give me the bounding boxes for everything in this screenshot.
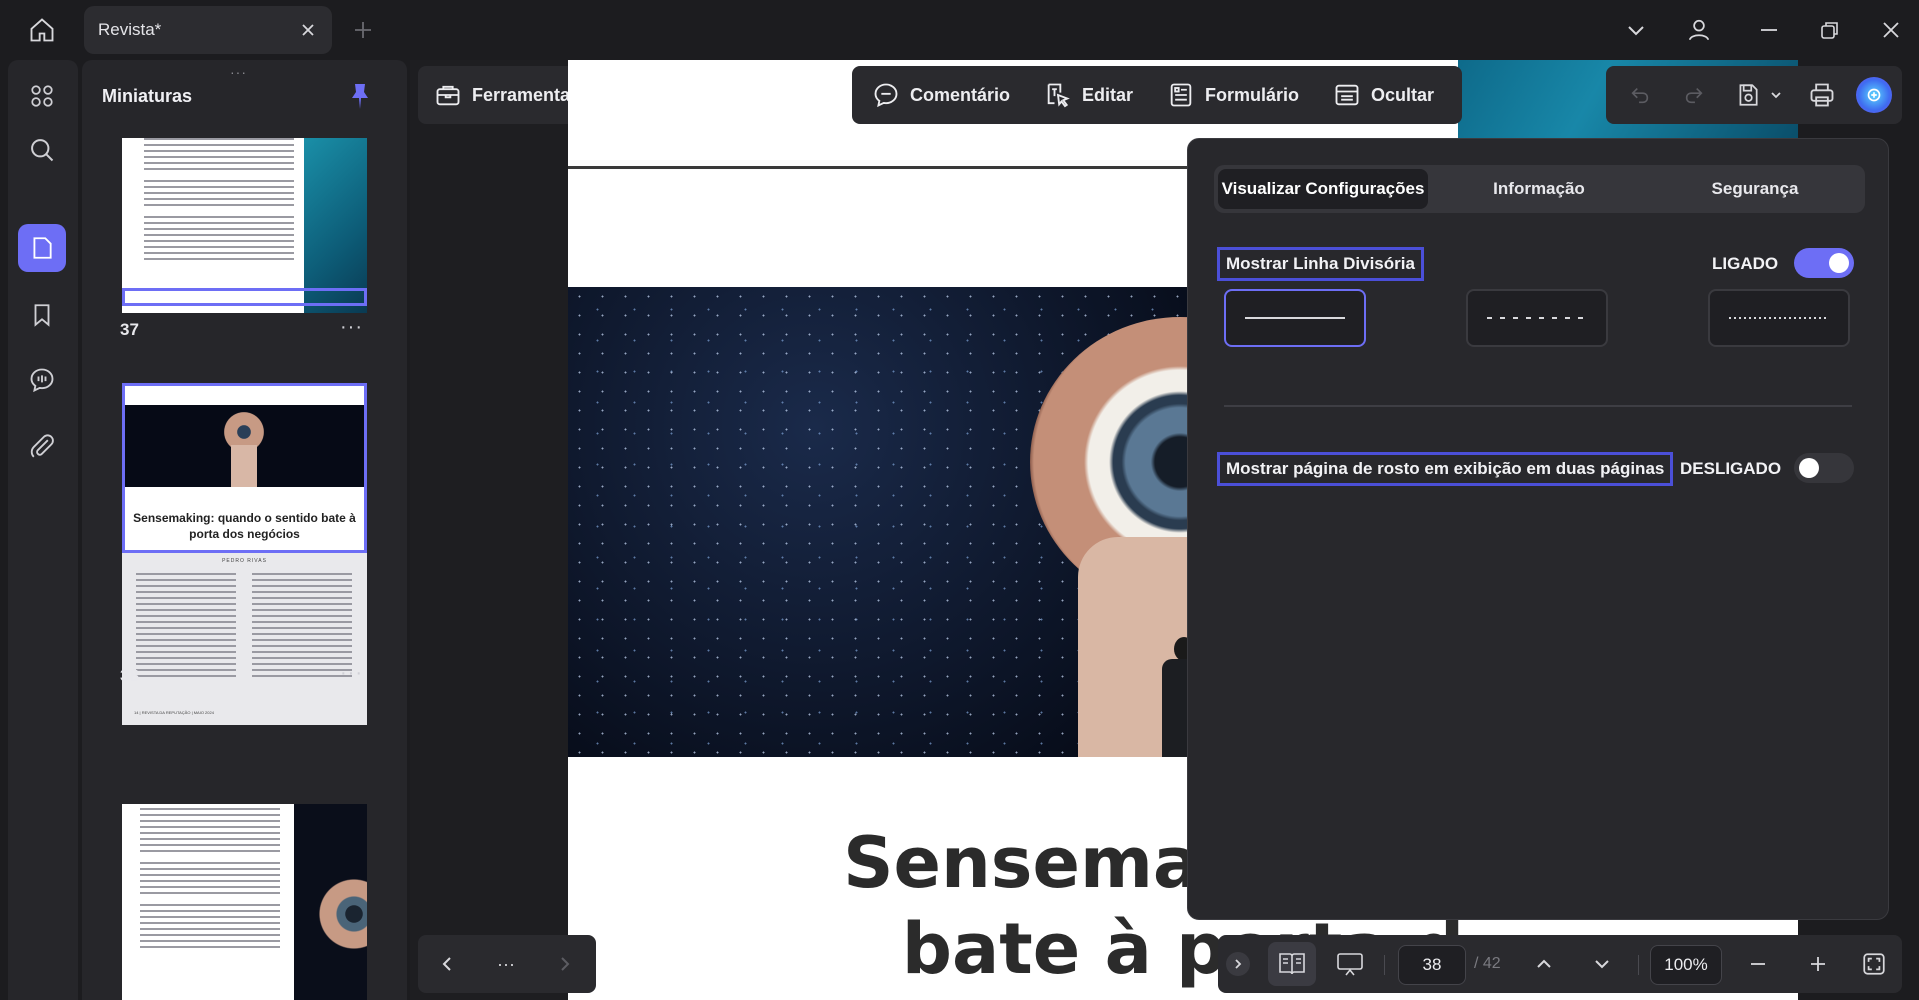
pin-icon[interactable]: [348, 82, 372, 110]
page-number: 38: [120, 666, 139, 685]
thumbnails-page-icon[interactable]: [18, 224, 66, 272]
page-options-more[interactable]: ···: [340, 316, 363, 339]
page-options-more[interactable]: ···: [340, 662, 363, 685]
comment-label: Comentário: [910, 84, 1011, 105]
document-tab[interactable]: Revista*: [84, 6, 332, 54]
separator: [1384, 955, 1385, 975]
line-style-dashed[interactable]: [1466, 289, 1608, 347]
hide-label: Ocultar: [1371, 84, 1435, 105]
settings-tabs: Visualizar Configurações Informação Segu…: [1214, 165, 1865, 213]
collapse-bar-icon[interactable]: [1226, 952, 1250, 976]
thumbnail-article-title: Sensemaking: quando o sentido bate à por…: [133, 511, 356, 541]
show-cover-page-label: Mostrar página de rosto em exibição em d…: [1217, 452, 1674, 486]
edit-label: Editar: [1082, 84, 1134, 105]
right-toolbar: [1606, 66, 1902, 124]
settings-separator: [1224, 405, 1852, 407]
thumbnails-title: Miniaturas: [102, 86, 193, 106]
search-icon[interactable]: [18, 126, 66, 174]
left-rail: [8, 60, 78, 1000]
thumbnail-author: PEDRO RIVAS: [222, 558, 267, 564]
page-status-bar: 38 / 42 100%: [1218, 935, 1902, 993]
tools-column: [410, 60, 568, 1000]
zoom-out-icon[interactable]: [1738, 944, 1778, 984]
thumbnail-footer: 14 | REVISTA DA REPUTAÇÃO | MAIO 2024: [134, 710, 214, 715]
cover-page-toggle[interactable]: [1794, 453, 1854, 483]
total-pages: / 42: [1474, 955, 1501, 972]
comment-tool[interactable]: Comentário: [872, 81, 1010, 109]
thumbnail-image-eye: [294, 804, 367, 1000]
chevron-down-icon[interactable]: [1616, 10, 1656, 50]
cover-state: DESLIGADO: [1680, 459, 1782, 478]
page-number: 37: [120, 320, 139, 339]
user-icon[interactable]: [1679, 10, 1719, 50]
divider-toggle[interactable]: [1794, 248, 1854, 278]
thumbnail-page-38[interactable]: Sensemaking: quando o sentido bate à por…: [122, 383, 367, 725]
line-style-solid[interactable]: [1224, 289, 1366, 347]
form-tool[interactable]: Formulário: [1167, 81, 1299, 109]
home-icon[interactable]: [22, 10, 62, 50]
zoom-in-icon[interactable]: [1798, 944, 1838, 984]
tab-title: Revista*: [98, 20, 162, 39]
bookmark-icon[interactable]: [18, 291, 66, 339]
form-label: Formulário: [1205, 84, 1300, 105]
apps-grid-icon[interactable]: [18, 72, 66, 120]
two-page-view-icon[interactable]: [1268, 942, 1316, 986]
attachment-icon[interactable]: [18, 422, 66, 470]
chevron-left-icon[interactable]: [428, 944, 468, 984]
minimize-icon[interactable]: [1749, 10, 1789, 50]
navigator-more[interactable]: ···: [486, 944, 526, 984]
show-divider-line-label: Mostrar Linha Divisória: [1217, 247, 1424, 281]
toolbox-icon: [434, 81, 462, 109]
tab-security[interactable]: Segurança: [1650, 169, 1860, 209]
close-window-icon[interactable]: [1871, 10, 1911, 50]
main-toolbar: Comentário Editar Formulário Ocultar: [852, 66, 1462, 124]
edit-tool[interactable]: Editar: [1044, 81, 1133, 109]
title-bar: Revista*: [0, 0, 1919, 60]
presentation-icon[interactable]: [1330, 944, 1370, 984]
view-settings-panel: Visualizar Configurações Informação Segu…: [1187, 138, 1889, 920]
current-page-input[interactable]: 38: [1398, 945, 1466, 985]
redo-icon[interactable]: [1674, 75, 1714, 115]
comments-icon[interactable]: [18, 356, 66, 404]
thumbnails-panel: ··· Miniaturas 37 ··· Sensemaking: quand…: [82, 60, 407, 1000]
thumbnail-page-37[interactable]: [122, 138, 367, 313]
chevron-right-icon[interactable]: [544, 944, 584, 984]
save-icon[interactable]: [1728, 75, 1768, 115]
line-style-dotted[interactable]: [1708, 289, 1850, 347]
thumbnail-page-39[interactable]: [122, 804, 367, 1000]
close-tab-icon[interactable]: [298, 20, 318, 40]
tab-information[interactable]: Informação: [1434, 169, 1644, 209]
thumbnail-image-keyhole: [125, 405, 364, 487]
print-icon[interactable]: [1802, 75, 1842, 115]
thumbnail-image-water: [304, 138, 367, 313]
restore-icon[interactable]: [1810, 10, 1850, 50]
fit-page-icon[interactable]: [1854, 944, 1894, 984]
hide-tool[interactable]: Ocultar: [1333, 81, 1434, 109]
tab-view-settings[interactable]: Visualizar Configurações: [1218, 169, 1428, 209]
zoom-level-input[interactable]: 100%: [1650, 945, 1722, 985]
tools-label: Ferramentas: [472, 84, 581, 105]
edit-text-icon: [1044, 81, 1072, 109]
separator: [1638, 955, 1639, 975]
ai-assistant-icon[interactable]: [1856, 77, 1892, 113]
save-options-chevron-icon[interactable]: [1766, 80, 1786, 110]
panel-drag-handle[interactable]: ···: [230, 64, 247, 80]
form-icon: [1167, 81, 1195, 109]
new-tab-icon[interactable]: [343, 10, 383, 50]
divider-state: LIGADO: [1712, 254, 1779, 273]
comment-icon: [872, 81, 900, 109]
next-page-icon[interactable]: [1582, 944, 1622, 984]
previous-page-icon[interactable]: [1524, 944, 1564, 984]
thumbnail-navigator: ···: [418, 935, 596, 993]
redact-icon: [1333, 81, 1361, 109]
undo-icon[interactable]: [1620, 75, 1660, 115]
